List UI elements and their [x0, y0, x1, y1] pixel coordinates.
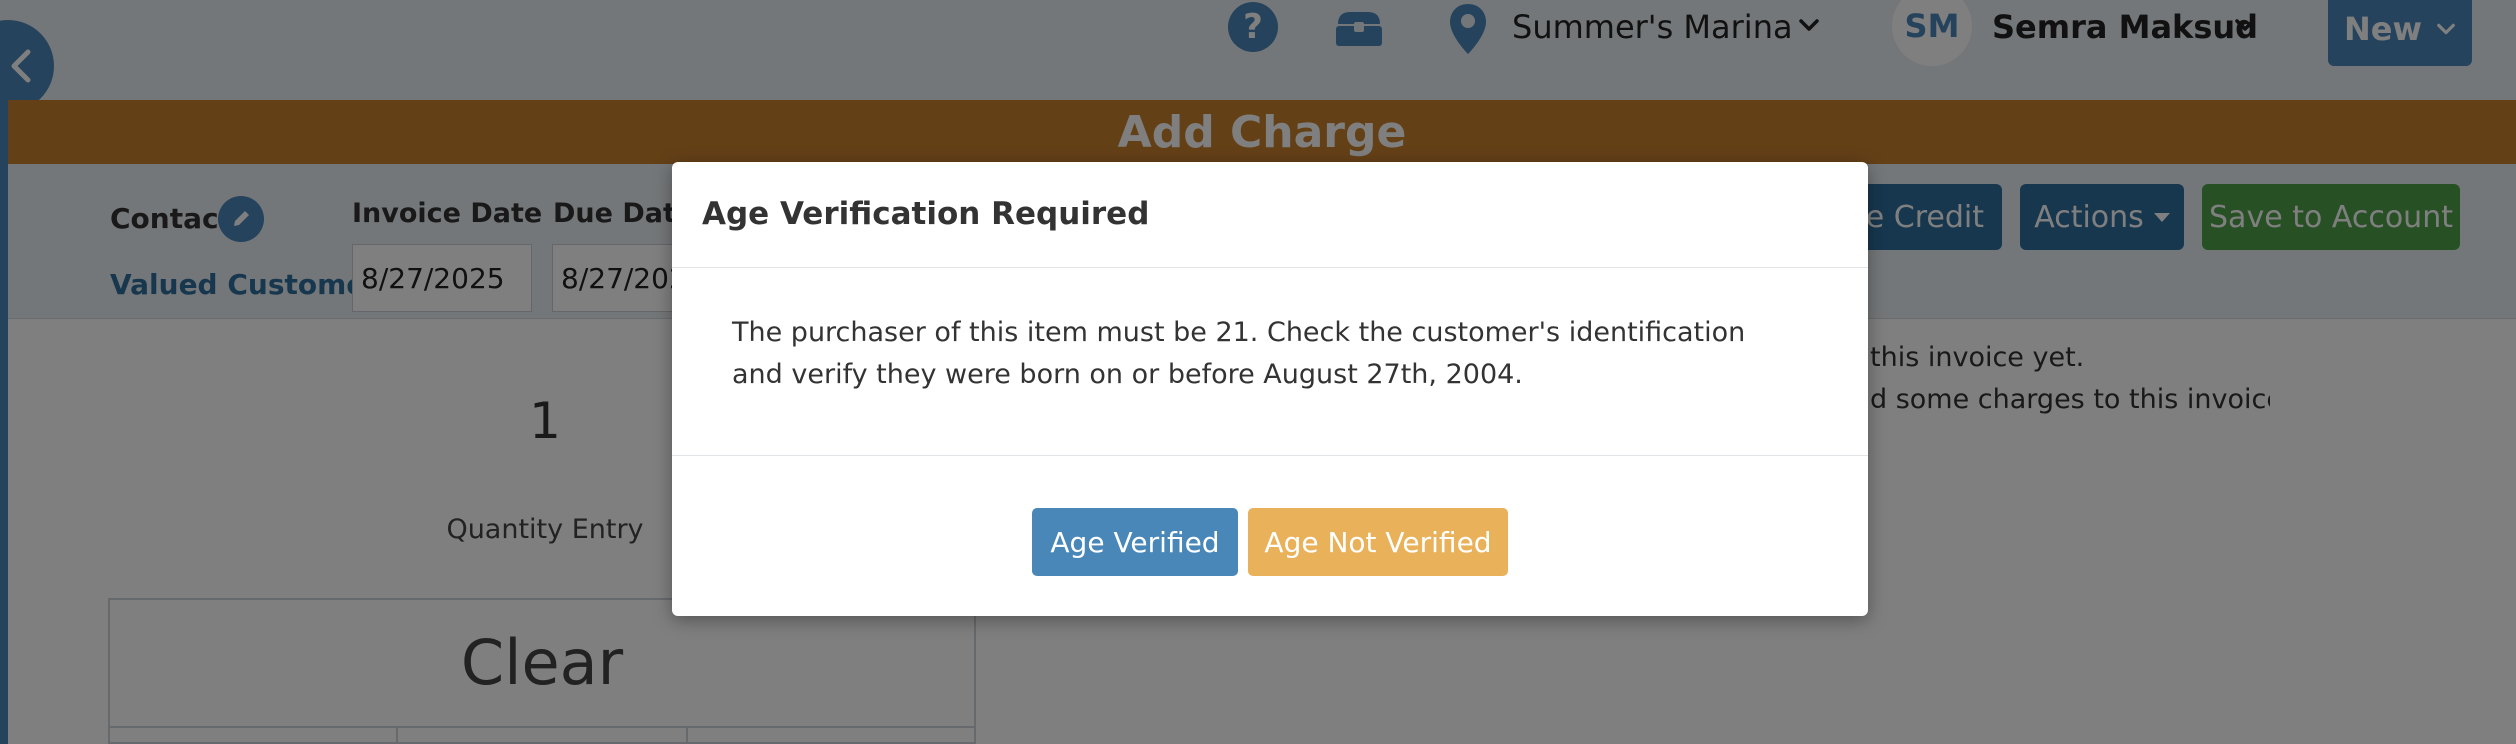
dialog-body: The purchaser of this item must be 21. C…: [672, 268, 1868, 456]
dialog-header: Age Verification Required: [672, 162, 1868, 268]
dialog-message: The purchaser of this item must be 21. C…: [732, 317, 1746, 390]
age-not-verified-button[interactable]: Age Not Verified: [1248, 508, 1508, 576]
dialog-title: Age Verification Required: [702, 196, 1150, 232]
age-verification-dialog: Age Verification Required The purchaser …: [672, 162, 1868, 616]
age-verified-button[interactable]: Age Verified: [1032, 508, 1238, 576]
